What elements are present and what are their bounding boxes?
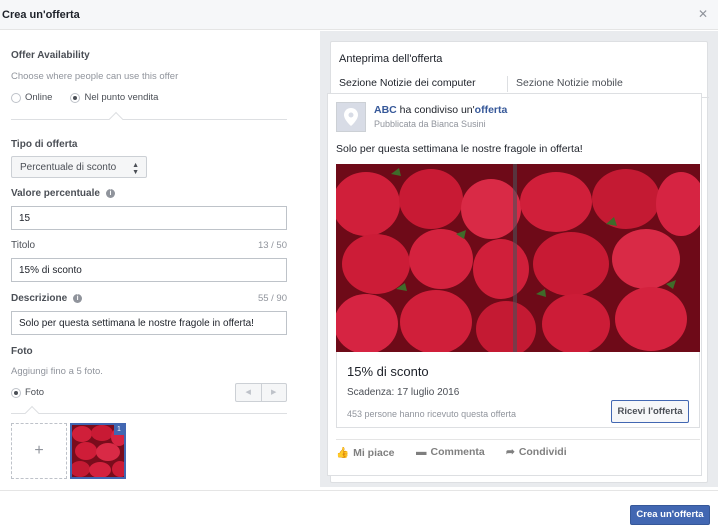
share-icon: ➦ [506, 446, 515, 458]
like-label: Mi piace [353, 446, 395, 459]
section-divider [11, 119, 287, 120]
radio-online-button[interactable] [11, 92, 21, 103]
share-button[interactable]: ➦ Condividi [506, 446, 567, 458]
description-counter: 55 / 90 [257, 293, 287, 304]
radio-in-store-label: Nel punto vendita [84, 92, 159, 103]
photo-label: Foto [11, 346, 33, 357]
offer-claimed-count: 453 persone hanno ricevuto questa offert… [347, 409, 516, 419]
percent-input[interactable]: 15 [11, 206, 287, 230]
percent-label: Valore percentuale i [11, 188, 115, 199]
title-label: Titolo [11, 240, 36, 251]
preview-title: Anteprima dell'offerta [339, 53, 443, 65]
offer-type-select[interactable]: Percentuale di sconto ▲ ▼ [11, 156, 147, 178]
radio-photo[interactable]: Foto [11, 387, 44, 398]
comment-icon: ▬ [416, 446, 427, 458]
photo-hint: Aggiungi fino a 5 foto. [11, 366, 103, 377]
create-offer-button[interactable]: Crea un'offerta [630, 505, 710, 525]
select-caret-icon: ▲ ▼ [132, 162, 139, 176]
radio-photo-label: Foto [25, 387, 45, 398]
offer-type-label: Tipo di offerta [11, 139, 78, 150]
prev-arrow-icon[interactable]: ◀ [236, 384, 262, 401]
availability-hint: Choose where people can use this offer [11, 71, 179, 82]
offer-photo [336, 164, 700, 352]
preview-panel: Anteprima dell'offerta Sezione Notizie d… [320, 31, 718, 487]
dialog-header: Crea un'offerta ✕ [0, 0, 718, 30]
description-label-text: Descrizione [11, 293, 68, 304]
info-icon[interactable]: i [105, 188, 115, 198]
offer-type-value: Percentuale di sconto [20, 162, 117, 173]
title-counter: 13 / 50 [257, 240, 287, 251]
offer-details: 15% di sconto Scadenza: 17 luglio 2016 4… [336, 352, 700, 428]
offer-link[interactable]: offerta [475, 104, 508, 116]
description-input[interactable]: Solo per questa settimana le nostre frag… [11, 311, 287, 335]
post-text: Solo per questa settimana le nostre frag… [336, 143, 583, 155]
post-action-text: ha condiviso un' [399, 104, 475, 116]
post-preview: ABC ha condiviso un'offerta Pubblicata d… [327, 93, 702, 476]
strawberries-image [336, 164, 700, 352]
like-button[interactable]: 👍 Mi piace [336, 446, 395, 460]
description-label: Descrizione i [11, 293, 83, 304]
info-icon[interactable]: i [73, 293, 83, 303]
next-arrow-icon[interactable]: ▶ [262, 384, 287, 401]
photo-count-badge: 1 [114, 425, 124, 435]
radio-online[interactable]: Online Nel punto vendita [11, 92, 158, 103]
offer-expiry: Scadenza: 17 luglio 2016 [347, 387, 460, 398]
thumbs-up-icon: 👍 [336, 447, 350, 459]
divider-notch [108, 111, 124, 127]
radio-photo-button[interactable] [11, 387, 21, 398]
post-header: ABC ha condiviso un'offerta [374, 104, 507, 116]
dialog-title: Crea un'offerta [2, 9, 80, 21]
radio-online-label: Online [25, 92, 53, 103]
comment-button[interactable]: ▬ Commenta [416, 446, 485, 458]
comment-label: Commenta [430, 446, 485, 458]
divider-notch [24, 405, 40, 421]
offer-title: 15% di sconto [347, 364, 429, 379]
dialog-footer: Crea un'offerta [0, 490, 718, 531]
avatar [336, 102, 366, 132]
photo-thumbnail[interactable]: 1 [70, 423, 126, 479]
offer-form: Offer Availability Choose where people c… [0, 31, 320, 487]
title-input[interactable]: 15% di sconto [11, 258, 287, 282]
photo-pager[interactable]: ◀ ▶ [235, 383, 287, 402]
claim-offer-button[interactable]: Ricevi l'offerta [611, 400, 689, 423]
page-name-link[interactable]: ABC [374, 104, 397, 116]
photo-divider [11, 413, 287, 414]
add-photo-button[interactable]: + [11, 423, 67, 479]
share-label: Condividi [518, 446, 567, 458]
tab-separator [507, 76, 508, 92]
location-pin-icon [344, 108, 358, 126]
availability-label: Offer Availability [11, 50, 90, 61]
close-icon[interactable]: ✕ [698, 8, 708, 20]
percent-label-text: Valore percentuale [11, 188, 100, 199]
post-actions: 👍 Mi piace ▬ Commenta ➦ Condividi [336, 439, 700, 461]
published-by: Pubblicata da Bianca Susini [374, 119, 486, 129]
radio-in-store-button[interactable] [70, 92, 81, 103]
